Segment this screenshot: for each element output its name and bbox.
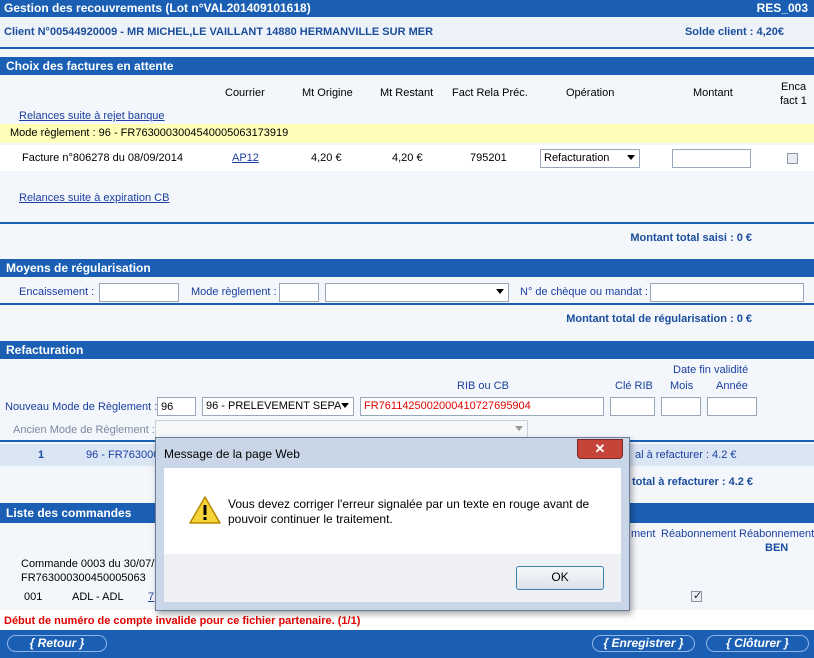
- error-message: Début de numéro de compte invalide pour …: [4, 615, 361, 627]
- commandes-section-title: Liste des commandes: [6, 506, 132, 520]
- header-bar: Gestion des recouvrements (Lot n°VAL2014…: [0, 0, 814, 17]
- mt-origine-value: 4,20 €: [311, 152, 342, 164]
- col-header-mt-origine: Mt Origine: [302, 87, 353, 99]
- nouveau-mode-label: Nouveau Mode de Règlement :: [5, 401, 158, 413]
- col-header-enca-1: Enca: [781, 81, 807, 93]
- cle-rib-input[interactable]: [610, 397, 655, 416]
- table-row: Facture n°806278 du 08/09/2014 AP12 4,20…: [0, 145, 814, 171]
- nouveau-mode-select-value: 96 - PRELEVEMENT SEPA: [206, 400, 342, 412]
- encaissement-label: Encaissement :: [19, 286, 95, 298]
- chevron-down-icon: [515, 426, 523, 431]
- col-header-courrier: Courrier: [225, 87, 265, 99]
- line-total: al à refacturer : 4.2 €: [635, 449, 737, 461]
- montant-input[interactable]: [672, 149, 751, 168]
- retour-button[interactable]: { Retour }: [7, 635, 107, 652]
- col-header-reabonnement-ben-1: Réabonnement: [739, 528, 814, 540]
- client-info-row: Client N°00544920009 - MR MICHEL,LE VAIL…: [0, 17, 814, 47]
- separator: [0, 222, 814, 224]
- retour-button-label: Retour: [37, 636, 77, 650]
- commande-line-2: FR763000300450005063: [21, 572, 146, 584]
- dialog-title: Message de la page Web: [164, 447, 300, 461]
- item-number: 001: [24, 591, 43, 603]
- annee-label: Année: [716, 380, 748, 392]
- separator: [0, 47, 814, 49]
- footer-bar: { Retour } { Enregistrer } { Clôturer }: [0, 630, 814, 658]
- courrier-link[interactable]: AP12: [232, 152, 259, 164]
- encaissement-input[interactable]: [99, 283, 179, 302]
- mode-reglement-row: Mode règlement : 96 - FR7630003004540005…: [0, 124, 814, 143]
- close-icon: ✕: [594, 441, 606, 456]
- rib-label: RIB ou CB: [457, 380, 509, 392]
- fact-rela-value: 795201: [470, 152, 507, 164]
- line-text: 96 - FR763000: [86, 449, 160, 461]
- rib-input[interactable]: FR7611425002000410727695904: [360, 397, 604, 416]
- factures-section-bar: Choix des factures en attente: [0, 57, 814, 75]
- dialog-close-button[interactable]: ✕: [577, 439, 623, 459]
- client-solde: Solde client : 4,20€: [684, 26, 784, 38]
- mode-reglement-label: Mode règlement :: [191, 286, 277, 298]
- operation-select-value: Refacturation: [544, 152, 610, 164]
- page-title: Gestion des recouvrements (Lot n°VAL2014…: [4, 1, 311, 15]
- mode-reglement-text: Mode règlement : 96 - FR7630003004540005…: [10, 127, 289, 139]
- chevron-down-icon: [496, 289, 504, 294]
- ok-button[interactable]: OK: [516, 566, 604, 590]
- link-relances-expiration[interactable]: Relances suite à expiration CB: [19, 192, 169, 204]
- dialog-body: Vous devez corriger l'erreur signalée pa…: [164, 468, 621, 554]
- link-relances-rejet[interactable]: Relances suite à rejet banque: [19, 110, 165, 122]
- annee-input[interactable]: [707, 397, 757, 416]
- mode-reglement-code-input[interactable]: [279, 283, 319, 302]
- cloturer-button[interactable]: { Clôturer }: [706, 635, 809, 652]
- enca-checkbox[interactable]: [787, 153, 798, 164]
- ok-button-label: OK: [551, 570, 569, 584]
- col-header-ment: ment: [631, 528, 656, 540]
- moyens-section-title: Moyens de régularisation: [6, 261, 151, 275]
- warning-icon: [189, 496, 221, 524]
- col-header-mt-restant: Mt Restant: [380, 87, 434, 99]
- cheque-input[interactable]: [650, 283, 804, 302]
- ancien-mode-label: Ancien Mode de Règlement :: [13, 424, 155, 436]
- line-number: 1: [38, 449, 45, 461]
- cloturer-button-label: Clôturer: [734, 636, 781, 650]
- dialog-footer: OK: [164, 554, 621, 602]
- cle-rib-label: Clé RIB: [615, 380, 653, 392]
- total-refacturer: total à refacturer : 4.2 €: [632, 476, 754, 488]
- col-header-fact-rela: Fact Rela Préc.: [452, 87, 528, 99]
- facture-label: Facture n°806278 du 08/09/2014: [22, 152, 183, 164]
- cheque-label: N° de chèque ou mandat :: [520, 286, 648, 298]
- refacturation-section-title: Refacturation: [6, 343, 84, 357]
- rib-value: FR7611425002000410727695904: [364, 400, 531, 412]
- chevron-down-icon: [341, 403, 349, 408]
- mois-label: Mois: [670, 380, 694, 392]
- mois-input[interactable]: [661, 397, 701, 416]
- col-header-reabonnement: Réabonnement: [661, 528, 737, 540]
- col-header-enca-2: fact 1: [780, 95, 807, 107]
- chevron-down-icon: [627, 155, 635, 160]
- mode-reglement-select[interactable]: [325, 283, 509, 302]
- col-header-reabonnement-ben-2: BEN: [765, 542, 789, 554]
- montant-total-regularisation: Montant total de régularisation : 0 €: [566, 313, 752, 325]
- item-label: ADL - ADL: [72, 591, 124, 603]
- moyens-section-bar: Moyens de régularisation: [0, 259, 814, 277]
- enregistrer-button[interactable]: { Enregistrer }: [592, 635, 695, 652]
- operation-select[interactable]: Refacturation: [540, 149, 640, 168]
- montant-total-saisi: Montant total saisi : 0 €: [630, 232, 752, 244]
- refacturation-section-bar: Refacturation: [0, 341, 814, 359]
- enregistrer-button-label: Enregistrer: [611, 636, 676, 650]
- error-row: Début de numéro de compte invalide pour …: [0, 610, 814, 630]
- reabonnement-checkbox[interactable]: [691, 589, 702, 602]
- item-link[interactable]: 7: [148, 591, 154, 603]
- col-header-operation: Opération: [566, 87, 615, 99]
- separator: [0, 303, 814, 305]
- message-dialog: Message de la page Web ✕ Vous devez corr…: [155, 437, 630, 611]
- date-fin-label: Date fin validité: [673, 364, 749, 376]
- col-header-montant: Montant: [693, 87, 733, 99]
- mt-restant-value: 4,20 €: [392, 152, 423, 164]
- nouveau-mode-select[interactable]: 96 - PRELEVEMENT SEPA: [202, 397, 354, 416]
- nouveau-mode-code-input[interactable]: [157, 397, 196, 416]
- factures-section-title: Choix des factures en attente: [6, 59, 174, 73]
- commande-line-1: Commande 0003 du 30/07/2: [21, 558, 161, 570]
- dialog-message: Vous devez corriger l'erreur signalée pa…: [228, 497, 590, 526]
- page-code: RES_003: [756, 1, 808, 15]
- client-info: Client N°00544920009 - MR MICHEL,LE VAIL…: [4, 26, 434, 38]
